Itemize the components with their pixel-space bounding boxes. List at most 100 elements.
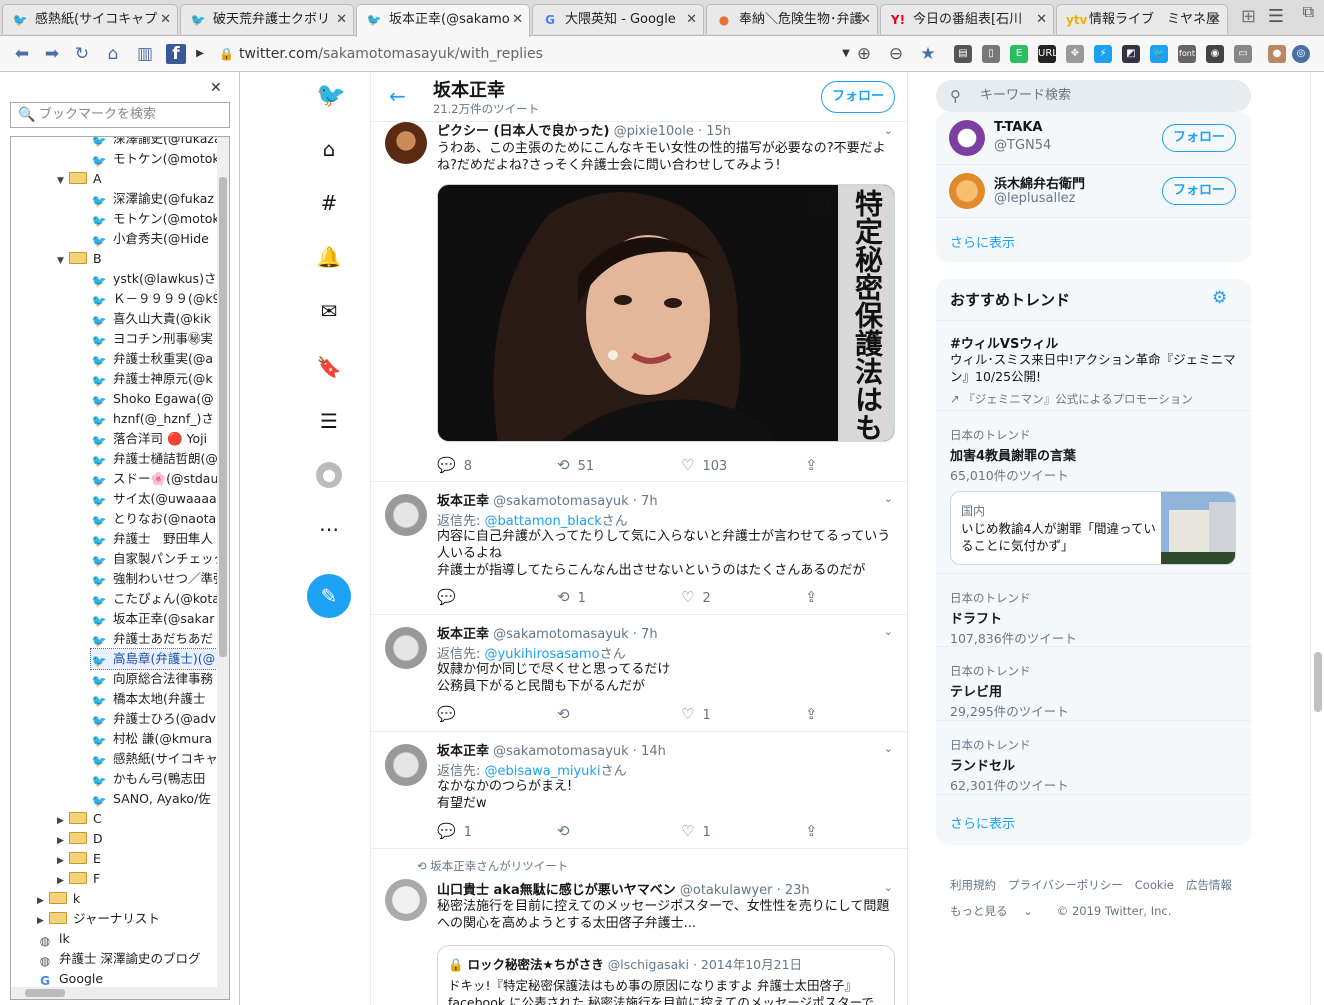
share-button[interactable]: ⇪: [805, 822, 826, 840]
tab-5[interactable]: ● 奉納＼危険生物･弁護 ✕: [706, 4, 878, 34]
bookmark-search-input[interactable]: 🔍 ブックマークを検索: [10, 102, 230, 128]
bookmark-item[interactable]: 🐦 弁護士ひろ(@adv: [91, 709, 216, 729]
follow-button[interactable]: フォロー: [821, 81, 895, 113]
bookmark-item[interactable]: ◍ lk: [37, 929, 70, 949]
footer-link[interactable]: 利用規約: [950, 878, 996, 892]
bookmark-item[interactable]: 🐦 モトケン(@motok: [91, 209, 220, 229]
close-icon[interactable]: ✕: [336, 5, 347, 34]
bookmark-item[interactable]: 🐦 スドー🌸(@stdau: [91, 469, 219, 489]
tweet-author[interactable]: ピクシー (日本人で良かった) @pixie10ole · 15h: [437, 120, 731, 139]
avatar[interactable]: [385, 744, 427, 786]
bookmark-item[interactable]: 🐦 深澤諭史(@fukazawa: [91, 137, 229, 149]
explore-icon[interactable]: #: [316, 190, 342, 216]
news-card[interactable]: 国内 いじめ教諭4人が謝罪「間違っていることに気付かず」: [950, 491, 1236, 565]
close-icon[interactable]: ✕: [686, 5, 697, 34]
close-icon[interactable]: ✕: [1036, 5, 1047, 34]
share-button[interactable]: ⇪: [805, 705, 826, 723]
like-button[interactable]: ♡ 103: [681, 456, 727, 474]
bookmarks-icon[interactable]: ▥: [135, 44, 155, 64]
tab-1[interactable]: 🐦 感熱紙(サイコキャプ ✕: [2, 4, 178, 34]
bookmark-item[interactable]: 🐦 小倉秀夫(@Hide: [91, 229, 209, 249]
bookmark-item[interactable]: ▶ F: [57, 869, 100, 889]
url-ext-icon[interactable]: URL: [1038, 45, 1058, 63]
chevron-down-icon[interactable]: ⌄: [884, 492, 893, 505]
home-icon[interactable]: ⌂: [316, 136, 342, 162]
bookmark-item[interactable]: 🐦 Ｋ－９９９９(@k9: [91, 289, 221, 309]
tweet-4[interactable]: 坂本正幸 @sakamotomasayuk · 14h ⌄ 返信先: @ebis…: [371, 732, 907, 849]
ext-icon-7[interactable]: ◎: [1292, 45, 1310, 63]
tweet-author[interactable]: 坂本正幸 @sakamotomasayuk · 7h: [437, 490, 658, 509]
bookmark-item[interactable]: ▶ k: [37, 889, 80, 909]
avatar[interactable]: [385, 879, 427, 921]
bookmark-item[interactable]: 🐦 村松 謙(@kmura: [91, 729, 212, 749]
bookmark-item[interactable]: 🐦 弁護士秋重実(@a: [91, 349, 214, 369]
trend-item[interactable]: 日本のトレンド ドラフト 107,836件のツイート: [936, 574, 1251, 647]
lists-icon[interactable]: ☰: [316, 408, 342, 434]
tab-6[interactable]: Y! 今日の番組表[石川 ✕: [880, 4, 1054, 34]
bookmark-icon[interactable]: 🔖: [316, 354, 342, 380]
close-icon[interactable]: ✕: [1210, 5, 1221, 34]
expand-right-icon[interactable]: ▶: [37, 891, 49, 911]
footer-link[interactable]: 広告情報: [1186, 878, 1232, 892]
url-bar[interactable]: 🔒 twitter.com/sakamotomasayuk/with_replie…: [207, 42, 852, 66]
profile-avatar[interactable]: ●: [316, 462, 342, 488]
expand-right-icon[interactable]: ▶: [57, 871, 69, 891]
tab-3-active[interactable]: 🐦 坂本正幸(@sakamo ✕: [356, 4, 530, 37]
expand-down-icon[interactable]: ▼: [57, 251, 69, 271]
avatar[interactable]: [385, 627, 427, 669]
facebook-icon[interactable]: f: [166, 44, 186, 64]
twitter-ext-icon[interactable]: 🐦: [1150, 45, 1168, 63]
reply-button[interactable]: 💬: [437, 588, 464, 606]
ext-icon-6[interactable]: ▭: [1234, 45, 1252, 63]
footer-link[interactable]: Cookie: [1135, 878, 1174, 892]
page-scrollbar[interactable]: [1310, 72, 1324, 1005]
bookmark-item[interactable]: 🐦 Shoko Egawa(@: [91, 389, 214, 409]
follow-button[interactable]: フォロー: [1162, 177, 1236, 205]
tweet-author[interactable]: 山口貴士 aka無駄に感じが悪いヤマベン @otakulawyer · 23h: [437, 879, 810, 898]
follow-suggestion[interactable]: T-TAKA @TGN54 フォロー: [936, 112, 1251, 165]
bookmark-item[interactable]: 🐦 弁護士樋詰哲朗(@: [91, 449, 218, 469]
compose-button[interactable]: ✎: [307, 574, 351, 618]
close-icon[interactable]: ✕: [160, 5, 171, 34]
scrollbar-thumb[interactable]: [25, 989, 65, 997]
retweet-button[interactable]: ⟲ 51: [557, 456, 594, 474]
show-more-link[interactable]: さらに表示: [950, 813, 1015, 832]
tab-2[interactable]: 🐦 破天荒弁護士クボリ ✕: [180, 4, 354, 34]
share-button[interactable]: ⇪: [805, 588, 826, 606]
expand-right-icon[interactable]: ▶: [57, 851, 69, 871]
tab-4[interactable]: G 大隈英知 - Google ✕: [532, 4, 704, 34]
bookmark-item[interactable]: 🐦 自家製パンチェッタ: [91, 549, 227, 569]
tweet-5[interactable]: ⟲ 坂本正幸さんがリツイート 山口貴士 aka無駄に感じが悪いヤマベン @ota…: [371, 849, 907, 1005]
chevron-down-icon[interactable]: ⌄: [884, 124, 893, 137]
tweet-1[interactable]: ピクシー (日本人で良かった) @pixie10ole · 15h ⌄ うわあ、…: [371, 120, 907, 482]
bookmark-item[interactable]: 🐦 向原総合法律事務: [91, 669, 214, 689]
like-button[interactable]: ♡ 1: [681, 822, 711, 840]
close-icon[interactable]: ✕: [860, 5, 871, 34]
zoom-icon[interactable]: ⊖: [886, 44, 906, 64]
avatar-ext-icon[interactable]: ●: [1268, 45, 1286, 63]
twitter-logo-icon[interactable]: 🐦: [316, 82, 346, 108]
bookmark-item[interactable]: 🐦 ヨコチン刑事㊙実: [91, 329, 214, 349]
tweet-author[interactable]: 坂本正幸 @sakamotomasayuk · 14h: [437, 740, 666, 759]
new-tab-icon[interactable]: ⊞: [1241, 6, 1256, 27]
trend-item[interactable]: 日本のトレンド ランドセル 62,301件のツイート: [936, 721, 1251, 795]
expand-right-icon[interactable]: ▶: [57, 831, 69, 851]
home-icon[interactable]: ⌂: [103, 44, 123, 64]
menu-icon[interactable]: ☰: [1268, 6, 1284, 27]
chevron-down-icon[interactable]: ⌄: [884, 881, 893, 894]
bell-icon[interactable]: 🔔: [316, 244, 342, 270]
retweet-button[interactable]: ⟲: [557, 822, 578, 840]
bookmark-item[interactable]: ▶ D: [57, 829, 103, 849]
tweet-author[interactable]: 坂本正幸 @sakamotomasayuk · 7h: [437, 623, 658, 642]
avatar[interactable]: [949, 120, 985, 156]
bookmark-item[interactable]: 🐦 弁護士あだちあだ: [91, 629, 214, 649]
chevron-down-icon[interactable]: ⌄: [884, 742, 893, 755]
bookmark-item[interactable]: 🐦 こたぴょん(@kota: [91, 589, 220, 609]
bookmark-item[interactable]: 🐦 強制わいせつ／準強: [91, 569, 226, 589]
bookmark-icon[interactable]: ▯: [982, 45, 1000, 63]
bookmark-item[interactable]: ▶ ジャーナリスト: [37, 909, 160, 929]
ext-icon-5[interactable]: ◉: [1206, 45, 1224, 63]
avatar[interactable]: [385, 494, 427, 536]
follow-button[interactable]: フォロー: [1162, 124, 1236, 152]
tweet-2[interactable]: 坂本正幸 @sakamotomasayuk · 7h ⌄ 返信先: @batta…: [371, 482, 907, 615]
